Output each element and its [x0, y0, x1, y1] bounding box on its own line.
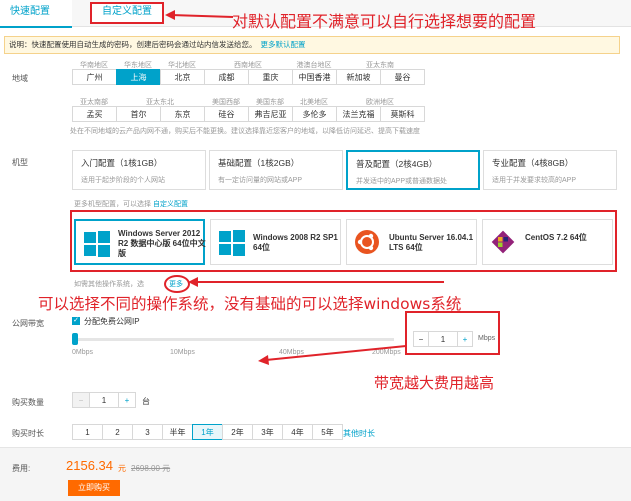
region-option[interactable]: 新加坡: [336, 69, 381, 85]
duration-option[interactable]: 3: [132, 424, 163, 440]
duration-option[interactable]: 2: [102, 424, 133, 440]
notice-banner: 说明：快速配置使用自动生成的密码，创建后密码会通过站内信发送给您。 更多默认配置: [4, 36, 620, 54]
more-os-link[interactable]: 更多: [169, 279, 183, 289]
os-name: Windows 2008 R2 SP1 64位: [253, 233, 338, 252]
tab-quick-config[interactable]: 快速配置: [0, 0, 72, 28]
tab-custom-config[interactable]: 自定义配置: [90, 2, 164, 24]
plan-desc: 有一定访问量的网站或APP: [218, 177, 303, 184]
plan-desc: 并发适中的APP或普通数据处: [356, 178, 448, 185]
region-option[interactable]: 硅谷: [204, 106, 249, 122]
region-option[interactable]: 孟买: [72, 106, 117, 122]
region-option[interactable]: 法兰克福: [336, 106, 381, 122]
region-option[interactable]: 北京: [160, 69, 205, 85]
ubuntu-icon: [355, 230, 379, 256]
region-option[interactable]: 广州: [72, 69, 117, 85]
duration-option[interactable]: 1年: [192, 424, 223, 440]
bandwidth-input[interactable]: 1: [428, 331, 458, 347]
more-os-hint: 如需其他操作系统，选: [74, 279, 144, 289]
annotation-arrow-top: [165, 10, 234, 20]
duration-label: 购买时长: [12, 429, 44, 438]
plan-card[interactable]: 基础配置（1核2GB） 有一定访问量的网站或APP: [209, 150, 343, 190]
plan-title: 入门配置（1核1GB）: [81, 158, 163, 168]
region-option[interactable]: 首尔: [116, 106, 161, 122]
os-card[interactable]: Ubuntu Server 16.04.1 LTS 64位: [346, 219, 477, 265]
region-label: 地域: [12, 74, 28, 83]
bandwidth-tick-label: 0Mbps: [72, 349, 94, 356]
duration-option[interactable]: 4年: [282, 424, 313, 440]
plan-title: 基础配置（1核2GB）: [218, 158, 300, 168]
plan-desc: 适用于并发要求较高的APP: [492, 177, 577, 184]
annotation-os: 可以选择不同的操作系统，没有基础的可以选择windows系统: [38, 295, 462, 313]
windows-icon: [84, 231, 110, 259]
bandwidth-decrement-button[interactable]: −: [413, 331, 429, 347]
duration-option[interactable]: 1: [72, 424, 103, 440]
os-name: Ubuntu Server 16.04.1 LTS 64位: [389, 233, 474, 252]
duration-option[interactable]: 5年: [312, 424, 343, 440]
model-label: 机型: [12, 158, 28, 167]
duration-option[interactable]: 半年: [162, 424, 193, 440]
more-os-hint-text: 如需其他操作系统，选: [74, 281, 144, 288]
plan-desc: 适用于起步阶段的个人网站: [81, 177, 165, 184]
bandwidth-increment-button[interactable]: +: [457, 331, 473, 347]
region-option[interactable]: 多伦多: [292, 106, 337, 122]
plan-card[interactable]: 普及配置（2核4GB） 并发适中的APP或普通数据处: [346, 150, 480, 190]
quantity-increment-button[interactable]: +: [118, 392, 136, 408]
annotation-bandwidth: 带宽越大费用越高: [374, 374, 495, 392]
region-option[interactable]: 曼谷: [380, 69, 425, 85]
region-option[interactable]: 弗吉尼亚: [248, 106, 293, 122]
other-duration-link[interactable]: 其他时长: [343, 428, 375, 439]
os-name: Windows Server 2012 R2 数据中心版 64位中文版: [118, 229, 206, 258]
duration-option[interactable]: 3年: [252, 424, 283, 440]
bandwidth-label: 公网带宽: [12, 319, 44, 328]
region-option[interactable]: 上海: [116, 69, 161, 85]
quantity-label: 购买数量: [12, 398, 44, 407]
buy-now-button[interactable]: 立即购买: [68, 480, 120, 496]
bandwidth-slider-handle[interactable]: [72, 333, 78, 345]
annotation-top: 对默认配置不满意可以自行选择想要的配置: [232, 12, 537, 31]
more-model-hint-text: 更多机型配置，可以选择: [74, 201, 151, 208]
region-option[interactable]: 莫斯科: [380, 106, 425, 122]
price-current: 2156.34: [66, 458, 113, 473]
quantity-decrement-button[interactable]: −: [72, 392, 90, 408]
annotation-arrow-bandwidth: [258, 345, 407, 365]
region-hint: 处在不同地域的云产品内网不通，购买后不能更换。建议选择靠近您客户的地域，以降低访…: [70, 128, 420, 135]
os-card[interactable]: Windows Server 2012 R2 数据中心版 64位中文版: [74, 219, 206, 265]
plan-card[interactable]: 入门配置（1核1GB） 适用于起步阶段的个人网站: [72, 150, 206, 190]
os-name: CentOS 7.2 64位: [525, 233, 587, 242]
bandwidth-slider-track[interactable]: [74, 338, 394, 341]
centos-icon: [491, 230, 515, 256]
os-card[interactable]: CentOS 7.2 64位: [482, 219, 613, 265]
duration-option[interactable]: 2年: [222, 424, 253, 440]
free-ip-checkbox[interactable]: ✓: [72, 317, 80, 325]
os-card[interactable]: Windows 2008 R2 SP1 64位: [210, 219, 341, 265]
plan-title: 专业配置（4核8GB）: [492, 158, 574, 168]
annotation-arrow-os: [188, 277, 444, 287]
region-option[interactable]: 东京: [160, 106, 205, 122]
price-unit: 元: [118, 464, 126, 473]
bandwidth-tick-label: 10Mbps: [170, 349, 195, 356]
more-model-hint: 更多机型配置，可以选择 自定义配置: [74, 199, 188, 209]
free-ip-label: 分配免费公网IP: [84, 317, 140, 326]
bandwidth-unit: Mbps: [478, 335, 496, 342]
region-option[interactable]: 成都: [204, 69, 249, 85]
notice-more-link[interactable]: 更多默认配置: [261, 40, 306, 49]
plan-title: 普及配置（2核4GB）: [356, 159, 438, 169]
price-original: 2698.00 元: [131, 464, 171, 473]
windows-icon: [219, 230, 245, 258]
region-option[interactable]: 中国香港: [292, 69, 337, 85]
price-label: 费用:: [12, 464, 31, 473]
quantity-unit: 台: [142, 397, 150, 406]
notice-text: 说明：快速配置使用自动生成的密码，创建后密码会通过站内信发送给您。: [9, 40, 257, 49]
plan-card[interactable]: 专业配置（4核8GB） 适用于并发要求较高的APP: [483, 150, 617, 190]
quantity-input[interactable]: 1: [89, 392, 119, 408]
region-option[interactable]: 重庆: [248, 69, 293, 85]
custom-config-link[interactable]: 自定义配置: [153, 201, 188, 208]
